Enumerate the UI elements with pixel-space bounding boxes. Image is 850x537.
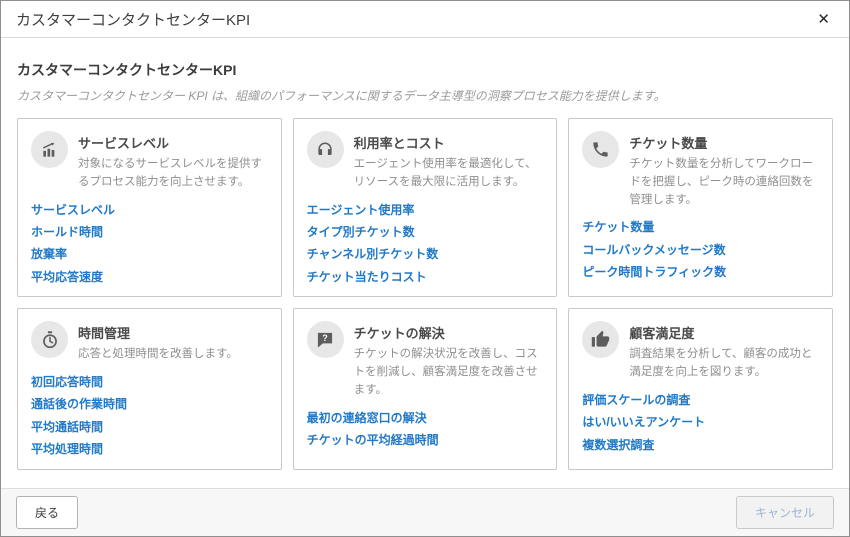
kpi-link-tickets-by-type[interactable]: タイプ別チケット数 (307, 225, 415, 239)
kpi-card-utilization-cost: 利用率とコスト エージェント使用率を最適化して、リソースを最大限に活用します。 … (293, 118, 558, 297)
card-description: 調査結果を分析して、顧客の成功と満足度を向上を図ります。 (629, 346, 819, 382)
kpi-link-peak-hour-traffic[interactable]: ピーク時間トラフィック数 (582, 265, 726, 279)
stopwatch-icon (31, 321, 68, 358)
section-description: カスタマーコンタクトセンター KPI は、組織のパフォーマンスに関するデータ主導… (17, 87, 833, 104)
kpi-card-ticket-resolution: ? チケットの解決 チケットの解決状況を改善し、コストを削減し、顧客満足度を改善… (293, 308, 558, 470)
kpi-link-first-response-time[interactable]: 初回応答時間 (31, 375, 103, 389)
kpi-link-hold-time[interactable]: ホールド時間 (31, 225, 103, 239)
bar-chart-icon (31, 131, 68, 168)
kpi-link-avg-handle-time[interactable]: 平均処理時間 (31, 442, 103, 456)
kpi-link-avg-ticket-age[interactable]: チケットの平均経過時間 (307, 433, 439, 447)
card-description: 対象になるサービスレベルを提供するプロセス能力を向上させます。 (78, 156, 268, 192)
kpi-link-avg-call-time[interactable]: 平均通話時間 (31, 420, 103, 434)
kpi-link-cost-per-ticket[interactable]: チケット当たりコスト (307, 270, 427, 284)
card-description: 応答と処理時間を改善します。 (78, 346, 268, 364)
card-title: 顧客満足度 (629, 321, 819, 342)
kpi-link-avg-answer-speed[interactable]: 平均応答速度 (31, 270, 103, 284)
card-description: チケット数量を分析してワークロードを把握し、ピーク時の連絡回数を管理します。 (629, 156, 819, 209)
dialog-titlebar: カスタマーコンタクトセンターKPI ✕ (1, 1, 849, 38)
thumbs-up-icon (582, 321, 619, 358)
kpi-card-service-level: サービスレベル 対象になるサービスレベルを提供するプロセス能力を向上させます。 … (17, 118, 282, 297)
chat-question-icon: ? (307, 321, 344, 358)
dialog-title: カスタマーコンタクトセンターKPI (16, 9, 250, 30)
kpi-link-agent-utilization[interactable]: エージェント使用率 (307, 203, 415, 217)
card-title: 時間管理 (78, 321, 268, 342)
kpi-link-first-contact-resolution[interactable]: 最初の連絡窓口の解決 (307, 411, 427, 425)
headset-icon (307, 131, 344, 168)
kpi-link-rating-scale-survey[interactable]: 評価スケールの調査 (582, 393, 690, 407)
kpi-link-callback-messages[interactable]: コールバックメッセージ数 (582, 243, 725, 257)
card-title: 利用率とコスト (354, 131, 544, 152)
kpi-link-service-level[interactable]: サービスレベル (31, 203, 115, 217)
section-heading: カスタマーコンタクトセンターKPI (17, 60, 833, 80)
cancel-button[interactable]: キャンセル (736, 496, 834, 529)
dialog-content: カスタマーコンタクトセンターKPI カスタマーコンタクトセンター KPI は、組… (1, 38, 849, 488)
kpi-card-grid: サービスレベル 対象になるサービスレベルを提供するプロセス能力を向上させます。 … (17, 118, 833, 470)
kpi-link-ticket-volume[interactable]: チケット数量 (582, 220, 654, 234)
dialog-footer: 戻る キャンセル (1, 488, 849, 536)
kpi-link-abandon-rate[interactable]: 放棄率 (31, 247, 67, 261)
kpi-link-tickets-by-channel[interactable]: チャンネル別チケット数 (307, 247, 439, 261)
card-title: チケットの解決 (354, 321, 544, 342)
kpi-card-ticket-volume: チケット数量 チケット数量を分析してワークロードを把握し、ピーク時の連絡回数を管… (568, 118, 833, 297)
kpi-card-customer-satisfaction: 顧客満足度 調査結果を分析して、顧客の成功と満足度を向上を図ります。 評価スケー… (568, 308, 833, 470)
kpi-card-time-management: 時間管理 応答と処理時間を改善します。 初回応答時間 通話後の作業時間 平均通話… (17, 308, 282, 470)
phone-icon (582, 131, 619, 168)
card-description: チケットの解決状況を改善し、コストを削減し、顧客満足度を改善させます。 (354, 346, 544, 399)
kpi-link-multiple-choice-survey[interactable]: 複数選択調査 (582, 438, 654, 452)
kpi-link-after-call-work-time[interactable]: 通話後の作業時間 (31, 397, 127, 411)
svg-text:?: ? (322, 333, 327, 343)
kpi-dialog: カスタマーコンタクトセンターKPI ✕ カスタマーコンタクトセンターKPI カス… (0, 0, 850, 537)
kpi-link-yes-no-survey[interactable]: はい/いいえアンケート (582, 415, 705, 429)
card-title: サービスレベル (78, 131, 268, 152)
close-icon[interactable]: ✕ (813, 8, 834, 31)
card-title: チケット数量 (629, 131, 819, 152)
card-description: エージェント使用率を最適化して、リソースを最大限に活用します。 (354, 156, 544, 192)
back-button[interactable]: 戻る (16, 496, 78, 529)
